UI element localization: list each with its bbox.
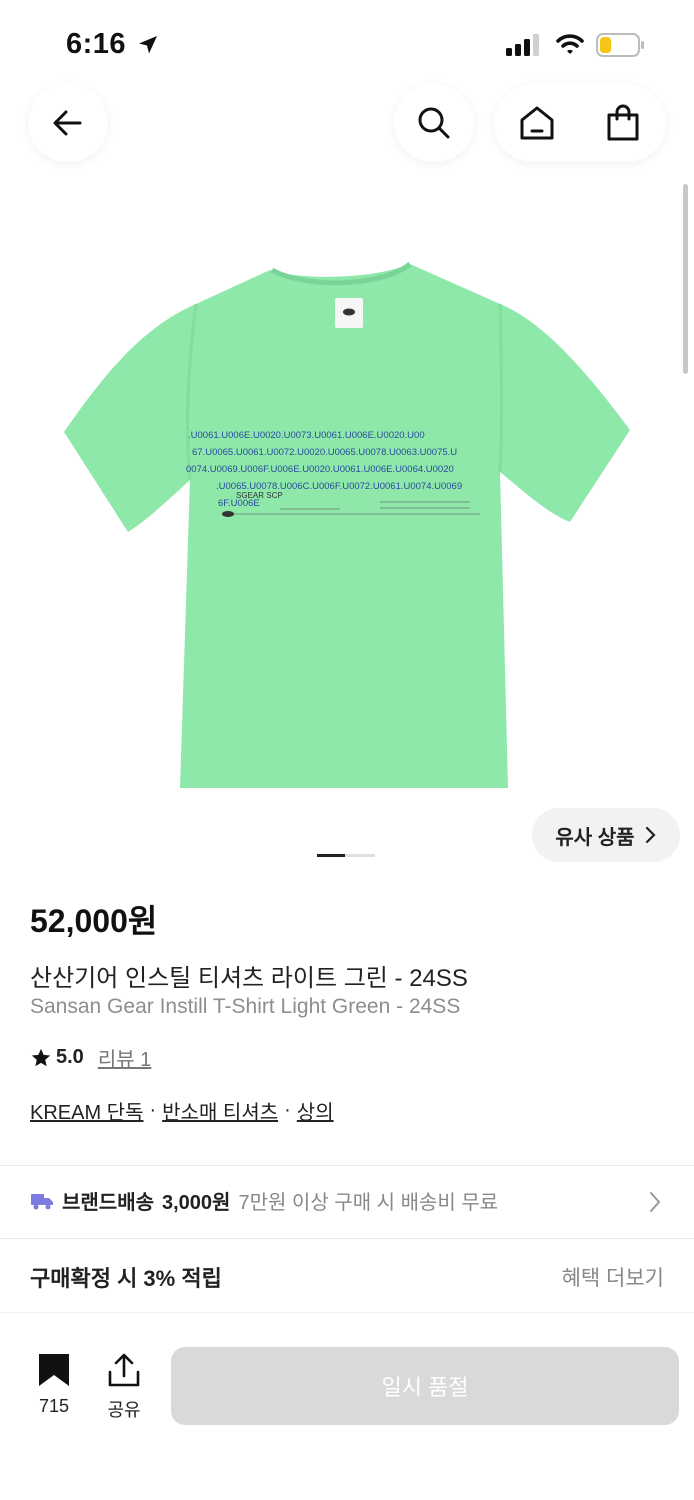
battery-icon [596,32,646,63]
nav-button-group [494,84,666,162]
tag-separator: · [149,1099,157,1121]
similar-products-label: 유사 상품 [555,826,635,849]
search-button[interactable] [394,84,474,162]
search-icon [418,107,450,139]
home-button[interactable] [494,84,580,162]
product-price: 52,000원 [30,903,158,939]
tag-link[interactable]: 상의 [297,1096,334,1125]
home-icon [520,106,554,140]
print-line-1: .U0061.U006E.U0020.U0073.U0061.U006E.U00… [188,430,425,441]
similar-products-button[interactable]: 유사 상품 [532,808,680,862]
carousel-indicator-inactive [345,854,375,857]
save-button[interactable]: 715 [26,1352,82,1417]
bag-button[interactable] [580,84,666,162]
rating-score: 5.0 [56,1046,84,1068]
tag-link[interactable]: 반소매 티셔츠 [162,1096,278,1125]
product-rating: 5.0 리뷰 1 [30,1043,151,1072]
star-icon [31,1048,51,1066]
sold-out-button[interactable]: 일시 품절 [171,1347,679,1425]
product-image[interactable]: .U0061.U006E.U0020.U0073.U0061.U006E.U00… [40,240,654,810]
status-bar: 6:16 [0,0,694,80]
product-tags: KREAM 단독 · 반소매 티셔츠 · 상의 [30,1096,334,1125]
share-icon [108,1353,140,1387]
location-arrow-icon [136,33,160,62]
shipping-label: 브랜드배송 [62,1192,154,1214]
share-label: 공유 [107,1400,141,1420]
print-line-3: 0074.U0069.U006F.U006E.U0020.U0061.U006E… [186,464,454,475]
status-time: 6:16 [66,28,127,60]
cellular-signal-icon [506,34,542,61]
chevron-right-icon [645,826,656,844]
tag-link[interactable]: KREAM 단독 [30,1096,143,1125]
print-brand: SGEAR SCP [236,491,283,500]
save-count: 715 [38,1396,70,1416]
chevron-right-icon [650,1192,661,1212]
shipping-fee: 3,000원 [162,1192,231,1214]
carousel-indicator [317,854,375,857]
carousel-indicator-active [317,854,345,857]
tag-separator: · [284,1099,291,1121]
shipping-note: 7만원 이상 구매 시 배송비 무료 [238,1192,499,1214]
share-button[interactable]: 공유 [96,1352,152,1422]
back-button[interactable] [28,84,108,162]
product-title-en: Sansan Gear Instill T-Shirt Light Green … [30,995,461,1018]
bookmark-icon [39,1354,69,1386]
benefit-label: 구매확정 시 3% 적립 [30,1266,222,1291]
scrollbar-thumb[interactable] [683,184,688,374]
arrow-left-icon [53,110,82,136]
divider [0,1165,694,1166]
tshirt-shape [64,264,630,788]
wifi-icon [556,33,584,60]
print-line-2: 67.U0065.U0061.U0072.U0020.U0065.U0078.U… [192,447,457,458]
truck-icon [31,1193,53,1209]
review-link[interactable]: 리뷰 1 [98,1043,151,1072]
shopping-bag-icon [607,104,639,141]
product-title-ko: 산산기어 인스틸 티셔츠 라이트 그린 - 24SS [30,965,468,992]
benefit-more-link[interactable]: 혜택 더보기 [562,1262,664,1292]
divider [0,1238,694,1239]
shipping-info-row[interactable]: 브랜드배송 3,000원 7만원 이상 구매 시 배송비 무료 [30,1186,498,1215]
